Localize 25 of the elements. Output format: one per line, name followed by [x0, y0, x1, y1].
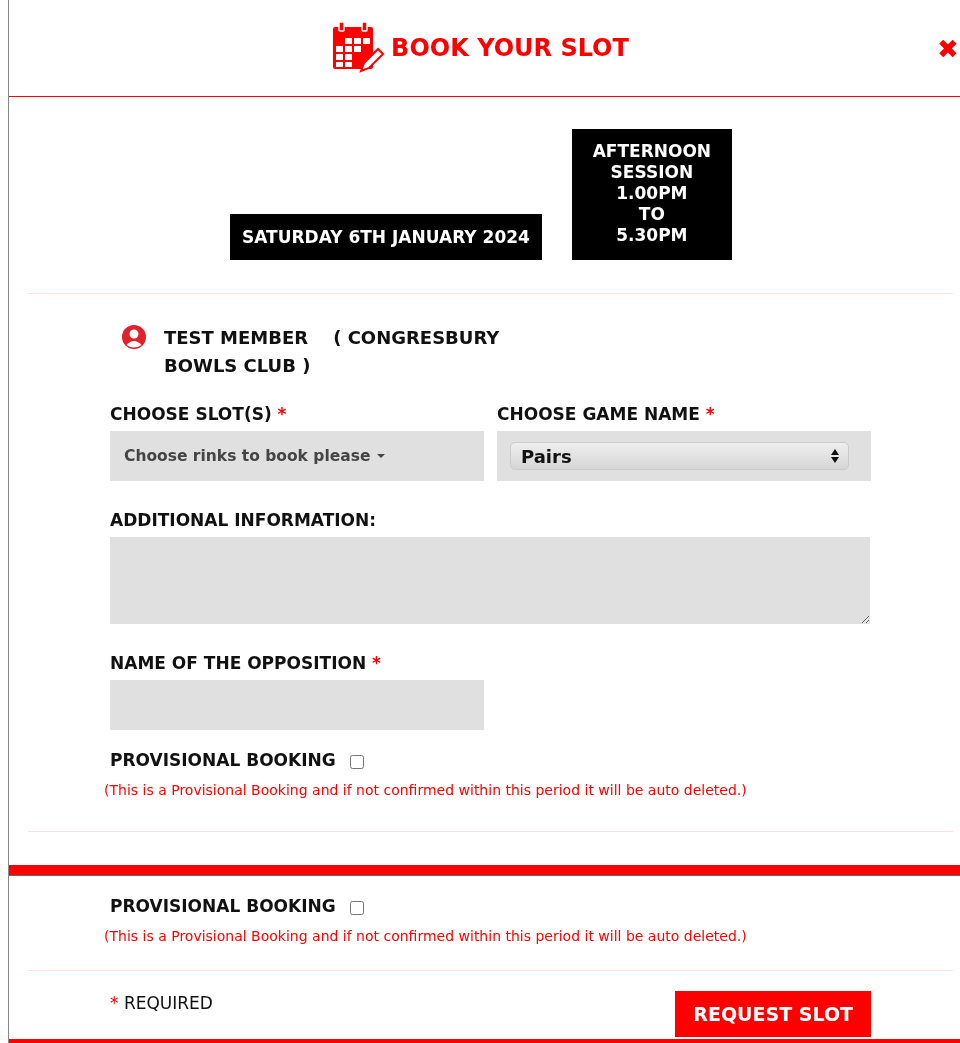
field-label: ADDITIONAL INFORMATION:: [110, 509, 378, 532]
required-note: * REQUIRED: [110, 993, 213, 1013]
field-label: CHOOSE SLOT(S) *: [110, 403, 288, 426]
date-label: SATURDAY 6TH JANUARY 2024: [230, 214, 542, 260]
field-label: CHOOSE GAME NAME *: [497, 403, 716, 426]
member-name: TEST MEMBER ( CONGRESBURY BOWLS CLUB ): [164, 326, 501, 378]
opposition-field[interactable]: [110, 680, 484, 730]
provisional-checkbox[interactable]: [349, 755, 364, 769]
provisional-checkbox[interactable]: [349, 901, 364, 915]
calendar-pencil-icon: [331, 21, 386, 75]
up-down-arrows-icon: [830, 448, 840, 464]
user-icon: [122, 325, 146, 349]
info-field[interactable]: [110, 537, 870, 624]
field-label: PROVISIONAL BOOKING: [110, 749, 336, 772]
provisional-note: (This is a Provisional Booking and if not confirmed within this period it will be auto deleted.): [104, 928, 748, 944]
game-select[interactable]: Pairs: [510, 442, 849, 470]
provisional-note: (This is a Provisional Booking and if not confirmed within this period it will be auto deleted.): [104, 782, 748, 798]
request-slot-button[interactable]: REQUEST SLOT: [675, 991, 871, 1037]
caret-icon: [376, 453, 387, 459]
session-label: AFTERNOON SESSION 1.00PM TO 5.30PM: [571, 129, 732, 260]
rinks-dropdown[interactable]: Choose rinks to book please: [110, 431, 484, 481]
field-label: NAME OF THE OPPOSITION *: [110, 652, 382, 675]
field-label: PROVISIONAL BOOKING: [110, 895, 336, 918]
dialog-title: BOOK YOUR SLOT: [391, 34, 629, 62]
close-button[interactable]: ✖: [935, 36, 960, 62]
